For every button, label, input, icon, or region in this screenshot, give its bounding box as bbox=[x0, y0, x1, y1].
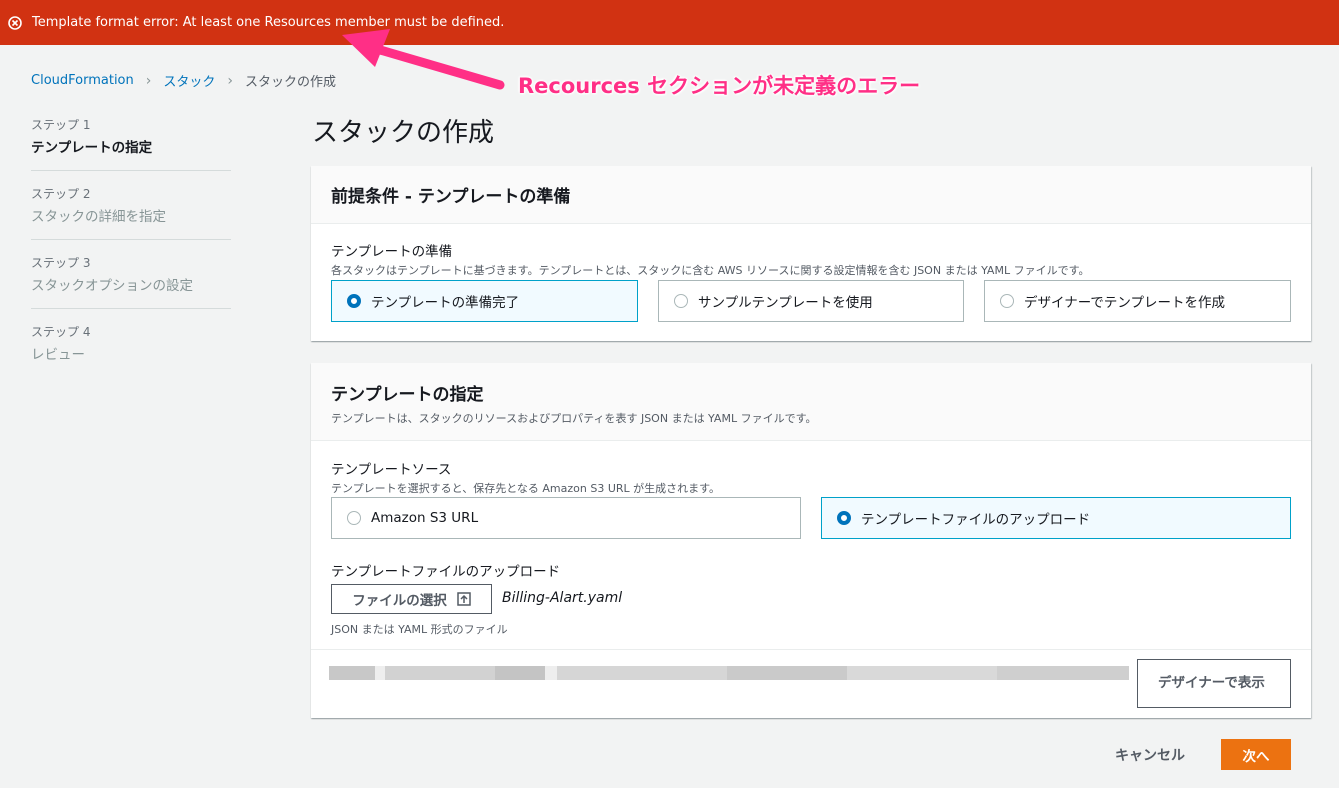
chevron-right-icon: › bbox=[145, 72, 152, 89]
template-panel-desc: テンプレートは、スタックのリソースおよびプロパティを表す JSON または YA… bbox=[331, 412, 817, 425]
template-source-label: テンプレートソース bbox=[331, 462, 452, 478]
template-panel: テンプレートの指定 テンプレートは、スタックのリソースおよびプロパティを表す J… bbox=[311, 363, 1311, 718]
step-title: テンプレートの指定 bbox=[31, 140, 153, 156]
selected-file-name: Billing-Alart.yaml bbox=[502, 590, 623, 606]
error-banner: Template format error: At least one Reso… bbox=[0, 0, 1339, 45]
redacted-s3-url bbox=[329, 666, 1129, 680]
option-template-ready[interactable]: テンプレートの準備完了 bbox=[331, 280, 638, 322]
breadcrumb-current: スタックの作成 bbox=[244, 75, 336, 90]
breadcrumb-cloudformation[interactable]: CloudFormation bbox=[31, 73, 134, 88]
radio-selected-icon[interactable] bbox=[347, 294, 361, 308]
step-title: スタックオプションの設定 bbox=[31, 278, 193, 294]
upload-icon bbox=[457, 592, 471, 606]
option-label: デザイナーでテンプレートを作成 bbox=[1024, 295, 1226, 311]
radio-selected-icon[interactable] bbox=[837, 511, 851, 525]
prereq-panel-header: 前提条件 - テンプレートの準備 bbox=[311, 166, 1311, 224]
step-2: ステップ 2 スタックの詳細を指定 bbox=[31, 185, 231, 240]
template-source-desc: テンプレートを選択すると、保存先となる Amazon S3 URL が生成されま… bbox=[331, 482, 721, 495]
radio-icon[interactable] bbox=[674, 294, 688, 308]
view-in-designer-button[interactable]: デザイナーで表示 bbox=[1137, 659, 1291, 708]
page-title: スタックの作成 bbox=[312, 118, 495, 148]
prereq-panel: 前提条件 - テンプレートの準備 テンプレートの準備 各スタックはテンプレートに… bbox=[311, 166, 1311, 341]
upload-label: テンプレートファイルのアップロード bbox=[331, 564, 561, 580]
chevron-right-icon: › bbox=[227, 72, 233, 89]
step-1: ステップ 1 テンプレートの指定 bbox=[31, 116, 231, 171]
step-title: レビュー bbox=[31, 347, 85, 363]
step-number: ステップ 2 bbox=[31, 187, 91, 201]
step-number: ステップ 3 bbox=[31, 256, 91, 270]
wizard-steps: ステップ 1 テンプレートの指定 ステップ 2 スタックの詳細を指定 ステップ … bbox=[31, 116, 231, 391]
choose-file-button[interactable]: ファイルの選択 bbox=[331, 584, 492, 614]
option-label: サンプルテンプレートを使用 bbox=[698, 295, 873, 311]
step-number: ステップ 4 bbox=[31, 325, 91, 339]
option-designer-template[interactable]: デザイナーでテンプレートを作成 bbox=[984, 280, 1291, 322]
option-label: テンプレートの準備完了 bbox=[371, 295, 520, 311]
option-sample-template[interactable]: サンプルテンプレートを使用 bbox=[658, 280, 964, 322]
option-label: テンプレートファイルのアップロード bbox=[861, 512, 1091, 528]
step-4: ステップ 4 レビュー bbox=[31, 323, 231, 377]
option-label: Amazon S3 URL bbox=[371, 510, 479, 526]
breadcrumb: CloudFormation › スタック › スタックの作成 bbox=[31, 71, 336, 91]
breadcrumb-stacks[interactable]: スタック bbox=[163, 71, 215, 90]
step-number: ステップ 1 bbox=[31, 118, 91, 132]
cancel-button[interactable]: キャンセル bbox=[1115, 745, 1185, 765]
annotation-arrow-icon bbox=[342, 29, 505, 90]
prepare-template-label: テンプレートの準備 bbox=[331, 244, 453, 260]
radio-icon[interactable] bbox=[1000, 294, 1014, 308]
view-in-designer-label: デザイナーで表示 bbox=[1158, 675, 1265, 692]
step-title: スタックの詳細を指定 bbox=[31, 209, 166, 225]
template-panel-title: テンプレートの指定 bbox=[331, 385, 484, 405]
template-panel-header: テンプレートの指定 テンプレートは、スタックのリソースおよびプロパティを表す J… bbox=[311, 363, 1311, 441]
source-upload-file[interactable]: テンプレートファイルのアップロード bbox=[821, 497, 1291, 539]
step-3: ステップ 3 スタックオプションの設定 bbox=[31, 254, 231, 309]
file-hint: JSON または YAML 形式のファイル bbox=[331, 623, 508, 636]
prepare-template-desc: 各スタックはテンプレートに基づきます。テンプレートとは、スタックに含む AWS … bbox=[331, 264, 1090, 277]
error-circle-x-icon bbox=[8, 15, 22, 30]
prereq-panel-title: 前提条件 - テンプレートの準備 bbox=[331, 187, 571, 207]
annotation-text: Recources セクションが未定義のエラー bbox=[518, 74, 921, 98]
source-s3-url[interactable]: Amazon S3 URL bbox=[331, 497, 801, 539]
choose-file-label: ファイルの選択 bbox=[352, 593, 447, 609]
next-button[interactable]: 次へ bbox=[1221, 739, 1291, 770]
radio-icon[interactable] bbox=[347, 511, 361, 525]
